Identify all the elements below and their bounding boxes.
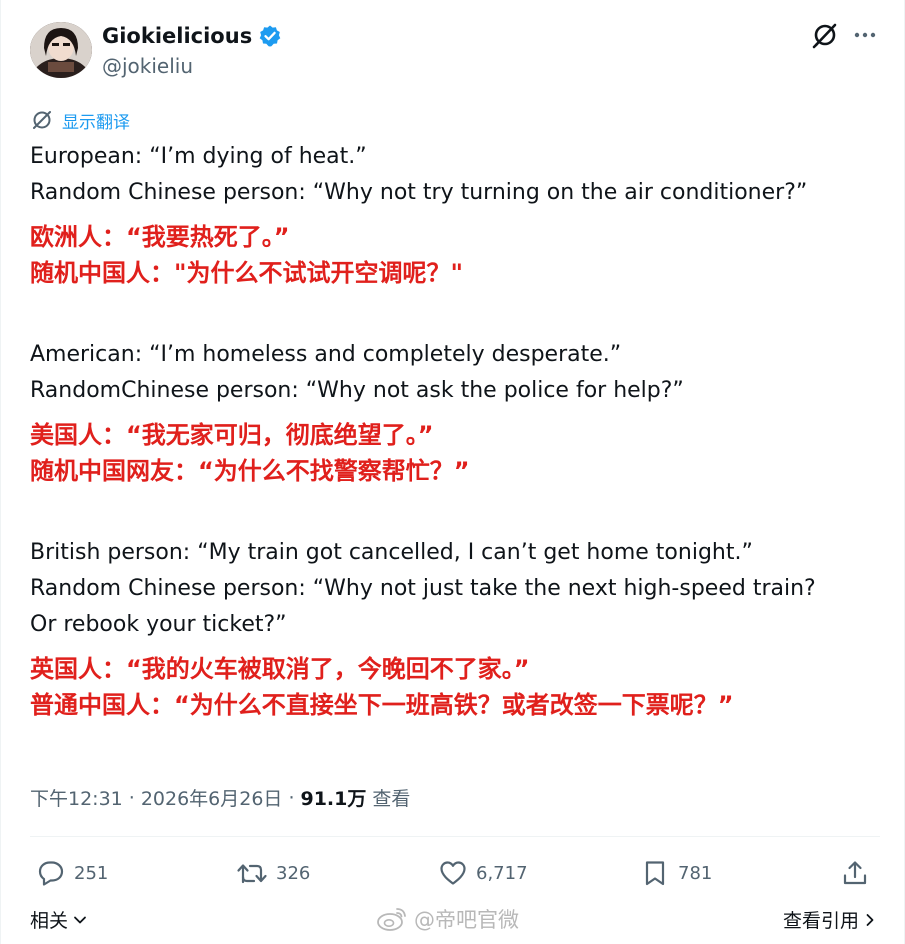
grok-icon[interactable] xyxy=(810,20,840,50)
post-text: European: “I’m dying of heat.” Random Ch… xyxy=(30,139,880,723)
chinese-paragraph: 美国人：“我无家可归，彻底绝望了。” 随机中国网友：“为什么不找警察帮忙？” xyxy=(30,417,880,489)
reply-count: 251 xyxy=(74,862,109,884)
english-paragraph: American: “I’m homeless and completely d… xyxy=(30,337,880,409)
repost-count: 326 xyxy=(276,862,311,884)
like-button[interactable]: 6,717 xyxy=(438,854,528,892)
watermark-text: @帝吧官微 xyxy=(414,908,519,932)
separator-dot: · xyxy=(288,786,295,809)
view-count[interactable]: 91.1万 xyxy=(300,784,366,811)
left-border xyxy=(0,0,1,944)
share-icon xyxy=(840,858,870,888)
text-line: RandomChinese person: “Why not ask the p… xyxy=(30,378,684,403)
show-translation-label: 显示翻译 xyxy=(62,112,130,133)
text-line: 普通中国人：“为什么不直接坐下一班高铁？或者改签一下票呢？” xyxy=(30,691,734,719)
separator-dot: · xyxy=(128,786,135,809)
post-block: European: “I’m dying of heat.” Random Ch… xyxy=(30,139,880,291)
text-line: Or rebook your ticket?” xyxy=(30,612,287,637)
weibo-logo-icon xyxy=(376,906,408,932)
post-block: American: “I’m homeless and completely d… xyxy=(30,337,880,489)
post-time[interactable]: 下午12:31 xyxy=(30,784,123,811)
english-paragraph: European: “I’m dying of heat.” Random Ch… xyxy=(30,139,880,211)
repost-icon xyxy=(236,858,268,888)
text-line: British person: “My train got cancelled,… xyxy=(30,540,753,565)
share-button[interactable] xyxy=(840,854,870,892)
chinese-paragraph: 英国人：“我的火车被取消了，今晚回不了家。” 普通中国人：“为什么不直接坐下一班… xyxy=(30,651,880,723)
text-line: Random Chinese person: “Why not try turn… xyxy=(30,180,808,205)
divider xyxy=(30,836,880,837)
text-line: 英国人：“我的火车被取消了，今晚回不了家。” xyxy=(30,655,530,683)
view-quotes-label: 查看引用 xyxy=(782,910,859,932)
chevron-right-icon xyxy=(863,912,877,928)
view-label: 查看 xyxy=(372,788,411,810)
bookmark-count: 781 xyxy=(678,862,713,884)
more-options-icon[interactable] xyxy=(850,20,880,50)
text-line: 随机中国人："为什么不试试开空调呢？" xyxy=(30,259,464,287)
english-paragraph: British person: “My train got cancelled,… xyxy=(30,535,880,643)
text-line: European: “I’m dying of heat.” xyxy=(30,144,367,169)
user-handle[interactable]: @jokieliu xyxy=(102,54,193,78)
bookmark-icon xyxy=(640,858,670,888)
reply-button[interactable]: 251 xyxy=(36,854,108,892)
related-label: 相关 xyxy=(30,910,69,932)
post-block: British person: “My train got cancelled,… xyxy=(30,535,880,723)
watermark: @帝吧官微 xyxy=(376,904,519,934)
view-quotes-link[interactable]: 查看引用 xyxy=(783,906,877,933)
post-date[interactable]: 2026年6月26日 xyxy=(141,784,283,811)
text-line: American: “I’m homeless and completely d… xyxy=(30,342,622,367)
author-name-row: Giokielicious xyxy=(102,22,282,50)
bookmark-button[interactable]: 781 xyxy=(640,854,712,892)
avatar[interactable] xyxy=(30,22,92,78)
verified-badge-icon xyxy=(258,24,282,48)
text-line: 欧洲人：“我要热死了。” xyxy=(30,223,290,251)
translate-icon xyxy=(30,108,54,132)
like-count: 6,717 xyxy=(476,862,528,884)
post-meta: 下午12:31 · 2026年6月26日 · 91.1万 查看 xyxy=(30,784,410,811)
reply-icon xyxy=(36,858,66,888)
repost-button[interactable]: 326 xyxy=(236,854,310,892)
text-line: Random Chinese person: “Why not just tak… xyxy=(30,576,816,601)
chevron-down-icon xyxy=(72,912,88,928)
related-dropdown[interactable]: 相关 xyxy=(30,906,88,933)
text-line: 美国人：“我无家可归，彻底绝望了。” xyxy=(30,421,434,449)
text-line: 随机中国网友：“为什么不找警察帮忙？” xyxy=(30,457,470,485)
display-name[interactable]: Giokielicious xyxy=(102,24,252,48)
chinese-paragraph: 欧洲人：“我要热死了。” 随机中国人："为什么不试试开空调呢？" xyxy=(30,219,880,291)
heart-icon xyxy=(438,858,468,888)
show-translation-link[interactable]: 显示翻译 xyxy=(30,107,130,133)
